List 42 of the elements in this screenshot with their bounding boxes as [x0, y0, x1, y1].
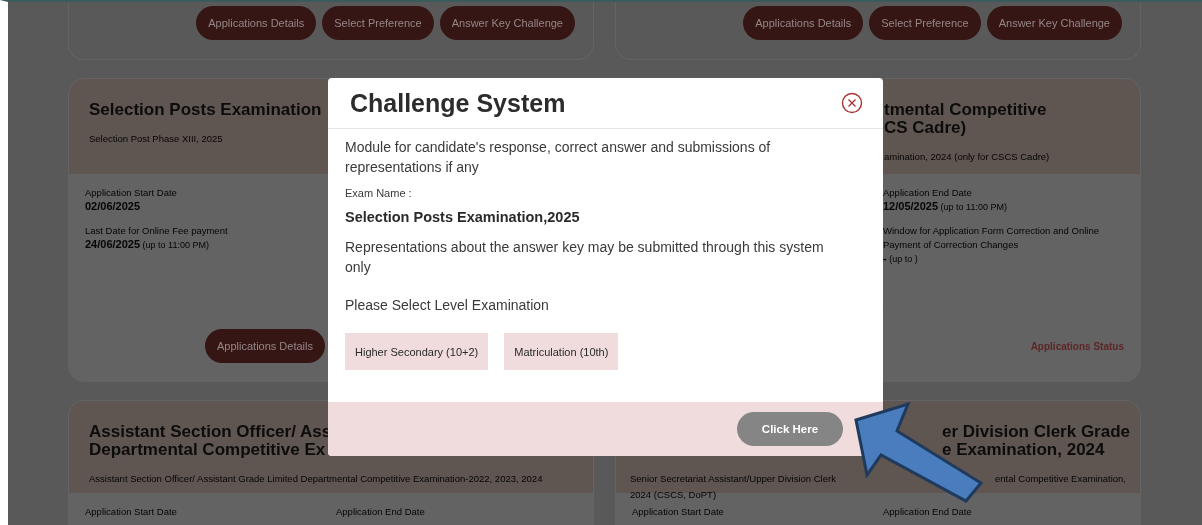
click-here-button[interactable]: Click Here — [737, 412, 843, 446]
card-title: Departmental Competitive Ex — [89, 441, 326, 459]
card-subtitle: ental Competitive Examination, — [995, 472, 1126, 486]
card-title: tmental Competitive — [884, 101, 1047, 119]
field-value: - (up to ) — [883, 252, 919, 264]
modal-title: Challenge System — [350, 88, 566, 118]
field-label: Application Start Date — [85, 505, 178, 519]
field-label: Application Start Date — [85, 186, 178, 200]
level-option[interactable]: Higher Secondary (10+2) — [345, 333, 489, 370]
pill-button[interactable]: Answer Key Challenge — [986, 6, 1122, 40]
card-title: Selection Posts Examination — [89, 101, 322, 119]
field-label: Application End Date — [336, 505, 426, 519]
close-button[interactable] — [841, 92, 863, 114]
pill-button[interactable]: Answer Key Challenge — [439, 6, 575, 40]
applications-details-button[interactable]: Applications Details — [205, 329, 325, 363]
field-label: Application End Date — [883, 186, 973, 200]
field-label: Window for Application Form Correction and Online Payment of Correction Changes — [883, 224, 1100, 252]
pill-button[interactable]: Select Preference — [869, 6, 981, 40]
card-subtitle: Senior Secretariat Assistant/Upper Division Clerk — [630, 472, 836, 486]
card-subtitle: 2024 (CSCS, DoPT) — [630, 488, 718, 502]
card-title: er Division Clerk Grade — [942, 423, 1131, 441]
modal-description: Module for candidate's response, correct answer and submissions of representations if any — [345, 138, 772, 177]
card-subtitle: amination, 2024 (only for CSCS Cadre) — [884, 150, 1050, 164]
card-subtitle: Assistant Section Officer/ Assistant Grade Limited Departmental Competitive Examination-2022, 2023, 2024 — [89, 472, 543, 486]
pill-button[interactable]: Select Preference — [322, 6, 434, 40]
card-subtitle: Selection Post Phase XIII, 2025 — [89, 132, 223, 146]
modal-note: Representations about the answer key may be submitted through this system only — [345, 238, 825, 277]
pill-button[interactable]: Applications Details — [196, 6, 317, 40]
close-icon — [841, 92, 863, 114]
level-option[interactable]: Matriculation (10th) — [504, 333, 619, 370]
card-title: CS Cadre) — [884, 119, 967, 137]
exam-name: Selection Posts Examination,2025 — [345, 209, 581, 225]
field-value: 24/06/2025 (up to 11:00 PM) — [85, 238, 210, 250]
level-prompt: Please Select Level Examination — [345, 296, 550, 315]
exam-name-label: Exam Name : — [345, 187, 413, 199]
field-label: Application End Date — [883, 505, 973, 519]
card-title: e Examination, 2024 — [942, 441, 1105, 459]
field-value: 02/06/2025 — [85, 200, 142, 212]
field-label: Last Date for Online Fee payment — [85, 224, 229, 238]
field-value: 12/05/2025 (up to 11:00 PM) — [883, 200, 1008, 212]
field-label: Application Start Date — [632, 505, 725, 519]
pill-button[interactable]: Applications Details — [743, 6, 864, 40]
